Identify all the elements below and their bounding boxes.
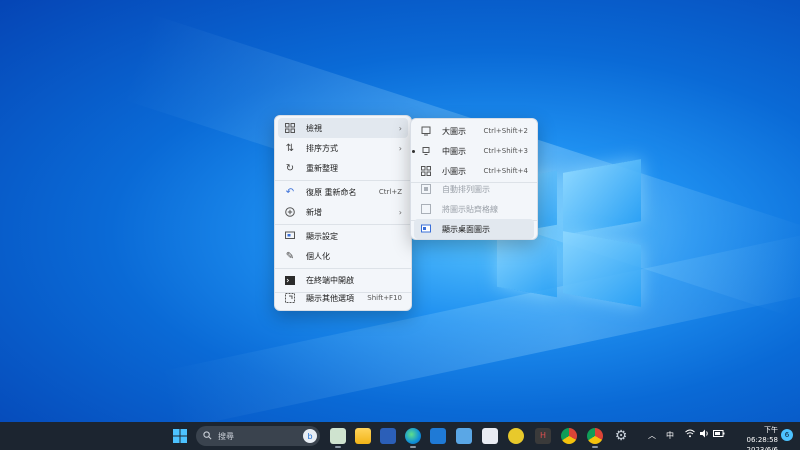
clock-date: 2023/6/6 — [746, 446, 778, 454]
auto-arrange-icon — [420, 183, 432, 195]
menu-item-label: 顯示其他選項 — [306, 293, 354, 303]
refresh-icon: ↻ — [285, 162, 295, 174]
menu-item-display-settings[interactable]: 顯示設定 — [278, 226, 408, 246]
menu-item-label: 重新整理 — [306, 163, 338, 173]
menu-separator — [275, 224, 411, 225]
submenu-item-label: 將圖示貼齊格線 — [442, 204, 498, 214]
notification-count: 6 — [784, 431, 790, 439]
chrome-beta-icon[interactable] — [587, 428, 603, 444]
personalize-brush-icon: ✎ — [285, 250, 295, 262]
start-button[interactable] — [172, 428, 188, 444]
menu-item-show-more-options[interactable]: 顯示其他選項 Shift+F10 — [278, 288, 408, 308]
submenu-item-label: 小圖示 — [442, 166, 466, 176]
chevron-right-icon: › — [398, 143, 402, 153]
running-indicator — [335, 446, 341, 448]
menu-item-label: 排序方式 — [306, 143, 338, 153]
tray-overflow-chevron-up-icon[interactable]: ︿ — [648, 430, 656, 441]
search-placeholder: 搜尋 — [218, 431, 234, 441]
new-plus-icon — [284, 206, 296, 218]
shortcut-label: Ctrl+Z — [378, 188, 402, 196]
menu-item-open-terminal[interactable]: 在終端中開啟 — [278, 270, 408, 290]
search-icon — [203, 430, 212, 442]
chrome-browser-icon[interactable] — [561, 428, 577, 444]
notification-badge[interactable]: 6 — [781, 429, 793, 441]
medium-icons-icon — [420, 145, 432, 157]
wifi-icon[interactable] — [685, 429, 695, 440]
running-indicator — [592, 446, 598, 448]
file-explorer-icon[interactable] — [355, 428, 371, 444]
taskbar — [0, 422, 800, 450]
edge-browser-icon[interactable] — [405, 428, 421, 444]
notepad-icon[interactable] — [456, 428, 472, 444]
more-options-icon — [284, 292, 296, 304]
shortcut-label: Ctrl+Shift+4 — [483, 167, 528, 175]
terminal-icon — [284, 274, 296, 286]
submenu-item-medium-icons[interactable]: 中圖示 Ctrl+Shift+3 — [412, 141, 534, 161]
battery-icon[interactable] — [713, 429, 725, 440]
large-icons-icon — [420, 125, 432, 137]
app-yellow-icon[interactable] — [508, 428, 524, 444]
shortcut-label: Ctrl+Shift+2 — [483, 127, 528, 135]
settings-gear-icon[interactable]: ⚙ — [613, 428, 629, 444]
sort-icon: ⇅ — [285, 142, 295, 154]
menu-separator — [275, 268, 411, 269]
shortcut-label: Ctrl+Shift+3 — [483, 147, 528, 155]
volume-icon[interactable] — [700, 429, 710, 440]
submenu-item-auto-arrange[interactable]: 自動排列圖示 — [414, 179, 534, 199]
task-view-widget-icon[interactable] — [330, 428, 346, 444]
running-indicator — [410, 446, 416, 448]
selected-bullet-icon — [412, 150, 415, 153]
submenu-item-label: 顯示桌面圖示 — [442, 224, 490, 234]
app-dark-h-icon[interactable]: H — [535, 428, 551, 444]
bing-chat-icon: b — [303, 429, 317, 443]
align-grid-icon — [420, 203, 432, 215]
clock-time: 下午 06:28:58 — [746, 426, 778, 444]
remote-desktop-icon[interactable] — [482, 428, 498, 444]
submenu-item-small-icons[interactable]: 小圖示 Ctrl+Shift+4 — [414, 161, 534, 181]
menu-item-label: 顯示設定 — [306, 231, 338, 241]
taskbar-search-box[interactable]: 搜尋 b — [196, 426, 320, 446]
small-icons-icon — [420, 165, 432, 177]
chevron-right-icon: › — [398, 207, 402, 217]
view-submenu: 大圖示 Ctrl+Shift+2 中圖示 Ctrl+Shift+3 小圖示 Ct… — [410, 118, 538, 240]
view-grid-icon — [284, 122, 296, 134]
windows-start-icon — [173, 429, 187, 443]
menu-item-label: 在終端中開啟 — [306, 275, 354, 285]
submenu-item-label: 自動排列圖示 — [442, 184, 490, 194]
light-ray — [161, 229, 800, 422]
menu-item-sort-by[interactable]: ⇅ 排序方式 › — [278, 138, 408, 158]
submenu-item-label: 大圖示 — [442, 126, 466, 136]
display-settings-icon — [284, 230, 296, 242]
chevron-right-icon: › — [398, 123, 402, 133]
menu-separator — [275, 180, 411, 181]
show-desktop-icons-icon — [420, 223, 432, 235]
submenu-item-align-to-grid[interactable]: 將圖示貼齊格線 — [414, 199, 534, 219]
mail-icon[interactable] — [430, 428, 446, 444]
menu-item-view[interactable]: 檢視 › — [278, 118, 408, 138]
menu-item-label: 個人化 — [306, 251, 330, 261]
menu-item-personalize[interactable]: ✎ 個人化 — [278, 246, 408, 266]
shortcut-label: Shift+F10 — [367, 294, 402, 302]
undo-icon: ↶ — [285, 186, 295, 198]
menu-item-new[interactable]: 新增 › — [278, 202, 408, 222]
submenu-item-show-desktop-icons[interactable]: 顯示桌面圖示 — [414, 219, 534, 239]
submenu-item-large-icons[interactable]: 大圖示 Ctrl+Shift+2 — [414, 121, 534, 141]
microsoft-store-icon[interactable] — [380, 428, 396, 444]
menu-item-label: 檢視 — [306, 123, 322, 133]
menu-item-label: 復原 重新命名 — [306, 187, 357, 197]
ime-indicator[interactable]: 中 — [666, 430, 674, 441]
menu-item-label: 新增 — [306, 207, 322, 217]
desktop-context-menu: 檢視 › ⇅ 排序方式 › ↻ 重新整理 ↶ 復原 重新命名 Ctrl+Z 新增… — [274, 115, 412, 311]
menu-item-undo-rename[interactable]: ↶ 復原 重新命名 Ctrl+Z — [278, 182, 408, 202]
taskbar-clock[interactable]: 下午 06:28:58 2023/6/6 — [732, 425, 778, 455]
menu-item-refresh[interactable]: ↻ 重新整理 — [278, 158, 408, 178]
submenu-item-label: 中圖示 — [442, 146, 466, 156]
